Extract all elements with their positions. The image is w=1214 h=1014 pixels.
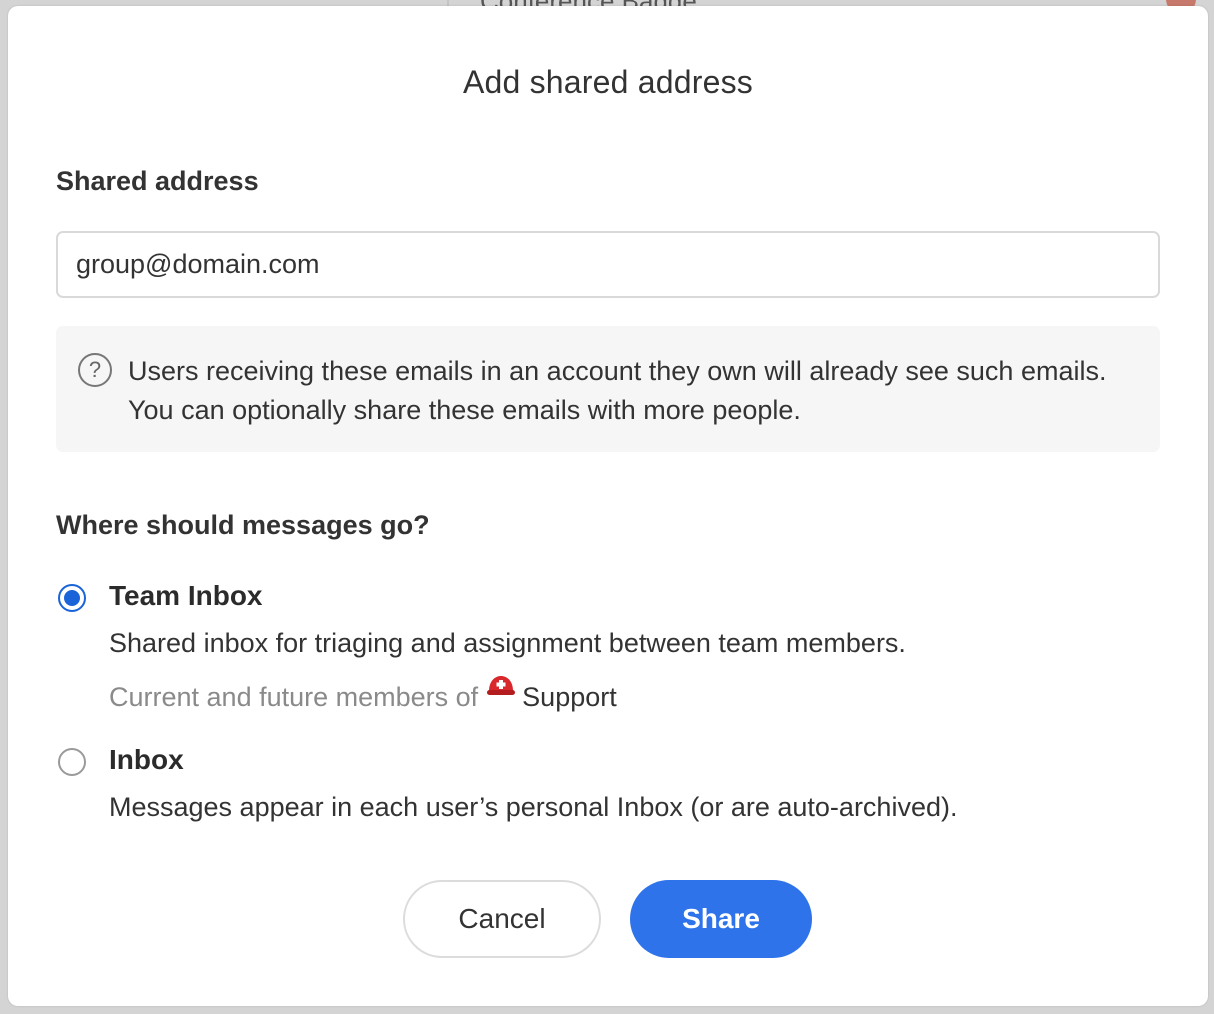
red-helmet-icon xyxy=(486,674,516,700)
inbox-radio[interactable] xyxy=(58,748,86,776)
add-shared-address-dialog: Add shared address Shared address ? User… xyxy=(8,6,1208,1006)
info-box: ? Users receiving these emails in an acc… xyxy=(56,326,1160,452)
shared-address-label: Shared address xyxy=(56,166,259,196)
dialog-title: Add shared address xyxy=(462,64,753,100)
team-name: Support xyxy=(522,682,617,712)
inbox-description: Messages appear in each user’s personal … xyxy=(109,792,958,822)
team-inbox-members: Current and future members of Support xyxy=(109,674,617,713)
inbox-title: Inbox xyxy=(109,744,184,775)
destination-heading: Where should messages go? xyxy=(56,510,430,540)
question-circle-icon: ? xyxy=(78,353,112,387)
share-button[interactable]: Share xyxy=(630,880,812,958)
radio-selected-dot xyxy=(64,590,80,606)
info-text: Users receiving these emails in an accou… xyxy=(128,356,1107,425)
members-prefix: Current and future members of xyxy=(109,682,479,712)
team-inbox-title: Team Inbox xyxy=(109,580,263,611)
team-inbox-description: Shared inbox for triaging and assignment… xyxy=(109,628,906,658)
shared-address-input[interactable] xyxy=(56,231,1160,298)
cancel-button[interactable]: Cancel xyxy=(403,880,601,958)
team-inbox-radio[interactable] xyxy=(58,584,86,612)
